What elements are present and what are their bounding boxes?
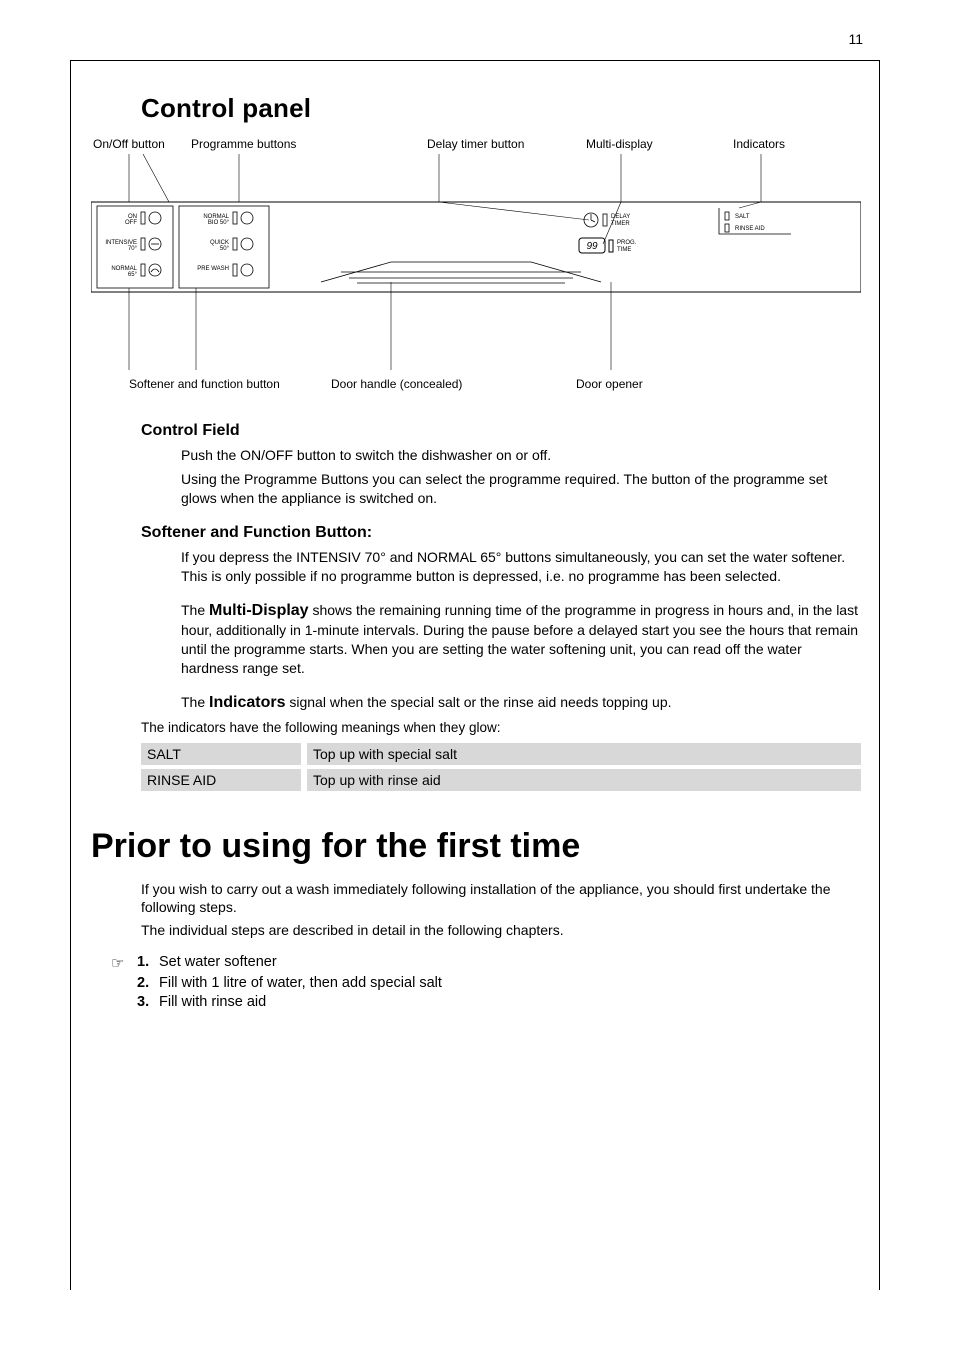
callout-on-off: On/Off button — [93, 138, 165, 152]
subhead-indicators-intro: The — [181, 694, 209, 710]
svg-text:65°: 65° — [128, 272, 138, 278]
svg-text:50°: 50° — [220, 246, 230, 252]
subhead-indicators: Indicators — [209, 694, 285, 711]
para-programme-buttons: Using the Programme Buttons you can sele… — [181, 470, 859, 508]
svg-text:PRE WASH: PRE WASH — [197, 266, 229, 272]
step-1: Set water softener — [159, 954, 859, 970]
steps-list: ☞ 1. Set water softener 2. Fill with 1 l… — [111, 954, 859, 1010]
svg-text:RINSE AID: RINSE AID — [735, 226, 765, 232]
subhead-multi-display: Multi-Display — [209, 602, 309, 619]
callout-multi-display: Multi-display — [586, 138, 653, 152]
step-3: Fill with rinse aid — [159, 994, 859, 1010]
subhead-multi-intro: The — [181, 602, 209, 618]
svg-text:99: 99 — [586, 241, 598, 252]
svg-text:TIMER: TIMER — [611, 221, 630, 227]
svg-text:OFF: OFF — [125, 220, 137, 226]
indicator-key-salt: SALT — [141, 743, 301, 765]
indicators-note: The indicators have the following meanin… — [141, 720, 859, 735]
svg-text:TIME: TIME — [617, 247, 631, 253]
indicator-val-salt: Top up with special salt — [307, 743, 861, 765]
callout-delay-timer: Delay timer button — [427, 138, 527, 152]
svg-text:SALT: SALT — [735, 214, 750, 220]
step-num-1: 1. — [137, 954, 159, 970]
indicator-key-rinse: RINSE AID — [141, 769, 301, 791]
subhead-softener: Softener and Function Button: — [141, 524, 372, 541]
heading-prior-first-use: Prior to using for the first time — [91, 827, 879, 866]
indicators-table: SALT Top up with special salt RINSE AID … — [141, 743, 861, 791]
svg-text:BIO 50°: BIO 50° — [208, 220, 230, 226]
prior-intro-1: If you wish to carry out a wash immediat… — [141, 880, 859, 918]
step-num-2: 2. — [137, 975, 159, 991]
panel-illustration: ONOFF INTENSIVE70° NORMAL65° NORMALBIO 5… — [91, 152, 861, 412]
subhead-control-field: Control Field — [141, 422, 240, 439]
para-softener: If you depress the INTENSIV 70° and NORM… — [181, 548, 859, 586]
callout-programme-buttons: Programme buttons — [191, 138, 296, 152]
prior-intro-2: The individual steps are described in de… — [141, 921, 859, 940]
svg-text:70°: 70° — [128, 246, 138, 252]
step-2: Fill with 1 litre of water, then add spe… — [159, 975, 859, 991]
step-num-3: 3. — [137, 994, 159, 1010]
callout-indicators: Indicators — [733, 138, 785, 152]
control-panel-diagram: On/Off button Programme buttons Delay ti… — [91, 152, 859, 412]
svg-text:PROG.: PROG. — [617, 240, 637, 246]
indicator-val-rinse: Top up with rinse aid — [307, 769, 861, 791]
hand-pointer-icon: ☞ — [111, 954, 137, 972]
heading-control-panel: Control panel — [141, 93, 879, 124]
page-number: 11 — [848, 31, 863, 47]
para-indicators-note: signal when the special salt or the rins… — [285, 694, 671, 710]
page-frame: 11 Control panel On/Off button Programme… — [70, 60, 880, 1290]
para-on-off: Push the ON/OFF button to switch the dis… — [181, 446, 859, 465]
